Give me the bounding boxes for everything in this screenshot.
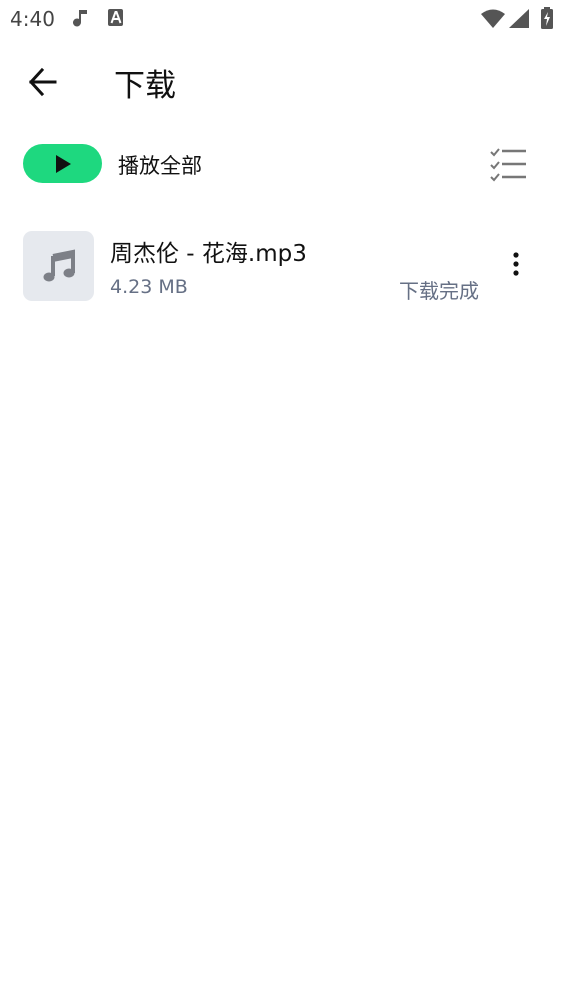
page-title: 下载: [114, 68, 176, 104]
play-all-row: 播放全部: [0, 140, 564, 190]
multi-select-button[interactable]: [488, 146, 528, 182]
download-status: 下载完成: [399, 279, 479, 303]
music-note-icon: [72, 8, 90, 34]
status-bar: 4:40: [0, 0, 564, 38]
checklist-icon: [488, 148, 528, 186]
song-size: 4.23 MB: [110, 276, 188, 298]
music-note-icon: [42, 249, 76, 287]
app-bar: 下载: [0, 48, 564, 114]
arrow-left-icon: [24, 67, 64, 106]
song-title: 周杰伦 - 花海.mp3: [110, 241, 307, 267]
play-all-button[interactable]: [23, 144, 102, 183]
font-a-icon: [107, 8, 125, 32]
song-thumbnail: [23, 231, 94, 301]
battery-charging-icon: [540, 7, 554, 33]
play-all-label[interactable]: 播放全部: [118, 150, 202, 180]
list-item[interactable]: 周杰伦 - 花海.mp3 4.23 MB 下载完成: [0, 226, 564, 306]
play-icon: [53, 154, 73, 178]
signal-icon: [508, 8, 530, 33]
more-vertical-icon: [502, 252, 530, 286]
back-button[interactable]: [24, 62, 64, 102]
wifi-icon: [480, 9, 506, 33]
more-options-button[interactable]: [502, 250, 530, 282]
status-time: 4:40: [10, 7, 55, 31]
